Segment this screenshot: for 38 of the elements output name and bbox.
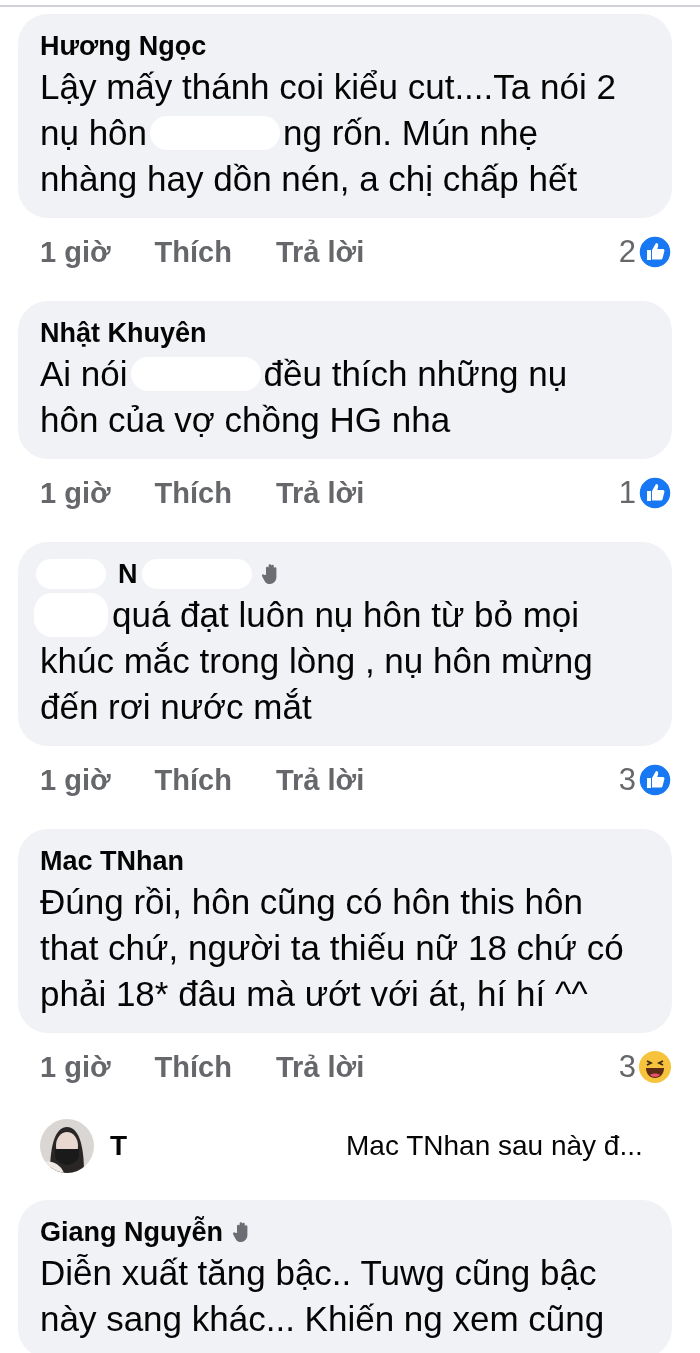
author-name[interactable]: Giang Nguyễn [40, 1214, 223, 1250]
comment-text: này sang khác... Khiến ng xem cũng [40, 1298, 605, 1340]
author-name[interactable]: Hương Ngọc [40, 28, 207, 64]
comment-text: hôn của vợ chồng HG nha [40, 399, 451, 441]
reaction-count: 2 [618, 234, 636, 270]
timestamp[interactable]: 1 giờ [40, 1050, 111, 1084]
comment-text: Đúng rồi, hôn cũng có hôn this hôn [40, 881, 583, 923]
like-link[interactable]: Thích [154, 235, 232, 269]
comment-text: ng rốn. Mún nhẹ [283, 112, 538, 154]
comment-text: Diễn xuất tăng bậc.. Tuwg cũng bậc [40, 1252, 597, 1294]
comment-text: that chứ, người ta thiếu nữ 18 chứ có [40, 927, 624, 969]
comment-text: Lậy mấy thánh coi kiểu cut....Ta nói 2 [40, 66, 616, 108]
author-name[interactable]: Mac TNhan [40, 843, 185, 879]
like-link[interactable]: Thích [154, 763, 232, 797]
timestamp[interactable]: 1 giờ [40, 763, 111, 797]
comment-text: nhàng hay dồn nén, a chị chấp hết [40, 158, 578, 200]
timestamp[interactable]: 1 giờ [40, 235, 111, 269]
comment-text: nụ hôn [40, 112, 148, 154]
reply-preview-text[interactable]: Mac TNhan sau này đ... [346, 1130, 643, 1162]
author-name[interactable]: N [118, 556, 138, 592]
reply-link[interactable]: Trả lời [275, 1050, 365, 1084]
reaction-count: 3 [618, 762, 636, 798]
like-link[interactable]: Thích [154, 1050, 232, 1084]
author-name[interactable]: Nhật Khuyên [40, 315, 207, 351]
reply-link[interactable]: Trả lời [275, 763, 365, 797]
reaction-count: 3 [618, 1049, 636, 1085]
reply-link[interactable]: Trả lời [275, 476, 365, 510]
comment-text: đến rơi nước mắt [40, 686, 312, 728]
comment-text: đều thích những nụ [263, 353, 568, 395]
comment-text: khúc mắc trong lòng , nụ hôn mừng [40, 640, 593, 682]
timestamp[interactable]: 1 giờ [40, 476, 111, 510]
reply-link[interactable]: Trả lời [275, 235, 365, 269]
comment-text: quá đạt luôn nụ hôn từ bỏ mọi [112, 594, 580, 636]
comment-text: Ai nói [40, 353, 128, 395]
reaction-count: 1 [618, 475, 636, 511]
like-link[interactable]: Thích [154, 476, 232, 510]
comment-text: phải 18* đâu mà ướt với át, hí hí ^^ [40, 973, 588, 1015]
reply-author[interactable]: T [110, 1130, 346, 1162]
